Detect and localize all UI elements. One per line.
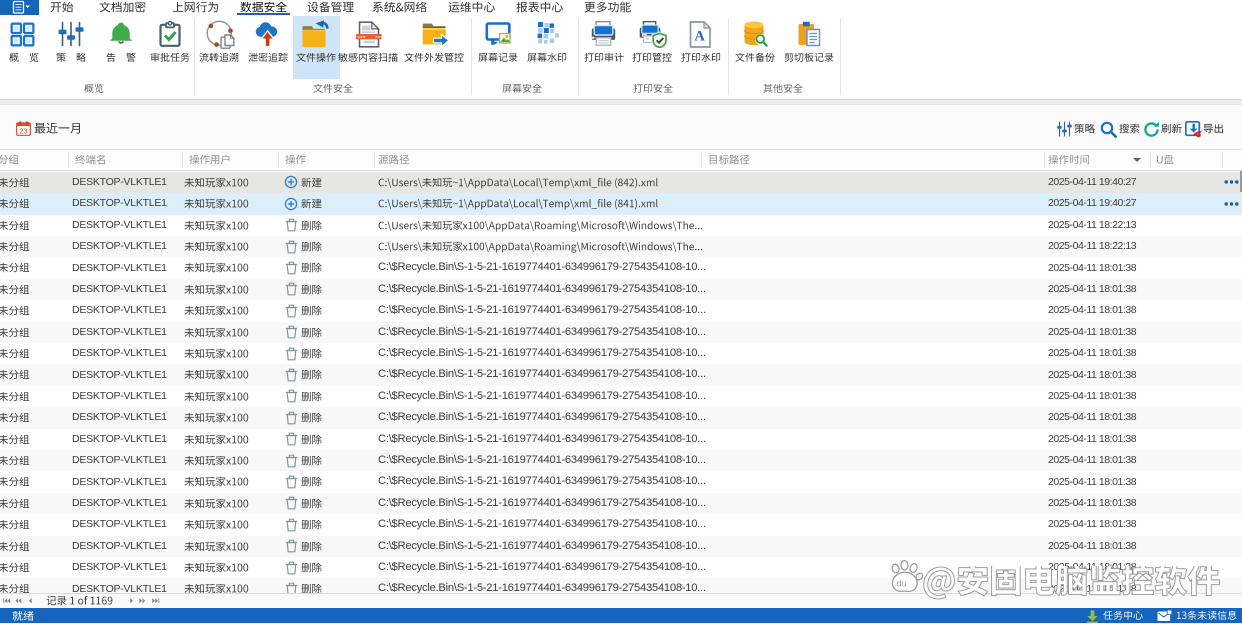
svg-text:A: A [694,29,705,45]
svg-text:du: du [896,579,907,590]
svg-text:23: 23 [19,126,27,135]
